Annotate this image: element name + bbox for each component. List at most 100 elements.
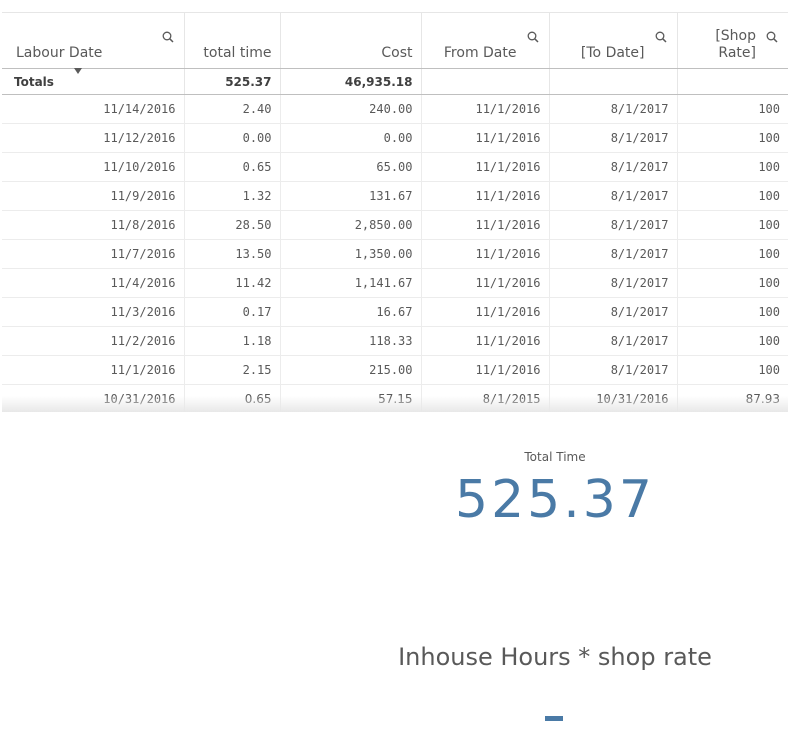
table-row[interactable]: 11/10/2016 0.65 65.00 11/1/2016 8/1/2017 100 xyxy=(2,152,788,182)
column-header-labour-date[interactable]: Labour Date xyxy=(2,12,185,74)
cell-total-time[interactable]: 28.50 xyxy=(184,210,281,240)
kpi-total-time-value[interactable]: 525.37 xyxy=(405,470,705,530)
cell-shop-rate[interactable]: 100 xyxy=(677,210,788,240)
search-icon[interactable] xyxy=(766,31,778,43)
cell-shop-rate[interactable]: 100 xyxy=(677,239,788,269)
totals-row: Totals 525.37 46,935.18 xyxy=(2,68,788,95)
column-header-cost[interactable]: Cost xyxy=(280,12,422,69)
cell-labour-date[interactable]: 11/8/2016 xyxy=(2,210,185,240)
cell-cost[interactable]: 131.67 xyxy=(280,181,422,211)
cell-total-time[interactable]: 1.18 xyxy=(184,326,281,356)
cell-from-date[interactable]: 11/1/2016 xyxy=(421,239,550,269)
cell-to-date[interactable]: 8/1/2017 xyxy=(549,326,678,356)
cell-shop-rate[interactable]: 100 xyxy=(677,326,788,356)
caret-down-icon[interactable] xyxy=(74,68,82,74)
cell-from-date[interactable]: 11/1/2016 xyxy=(421,94,550,124)
totals-shop-rate xyxy=(677,68,788,95)
cell-to-date[interactable]: 8/1/2017 xyxy=(549,152,678,182)
cell-cost[interactable]: 1,141.67 xyxy=(280,268,422,298)
cell-shop-rate[interactable]: 100 xyxy=(677,355,788,385)
cell-cost[interactable]: 118.33 xyxy=(280,326,422,356)
table-row[interactable]: 11/2/2016 1.18 118.33 11/1/2016 8/1/2017 100 xyxy=(2,326,788,356)
table-row[interactable]: 11/8/2016 28.50 2,850.00 11/1/2016 8/1/2017 1… xyxy=(2,210,788,240)
cell-to-date[interactable]: 8/1/2017 xyxy=(549,210,678,240)
kpi-inhouse-value[interactable] xyxy=(545,716,563,721)
cell-to-date[interactable]: 8/1/2017 xyxy=(549,181,678,211)
cell-shop-rate[interactable]: 100 xyxy=(677,152,788,182)
cell-shop-rate[interactable]: 100 xyxy=(677,297,788,327)
column-header-label: Labour Date xyxy=(16,45,103,61)
totals-cost: 46,935.18 xyxy=(280,68,422,95)
cell-labour-date[interactable]: 11/12/2016 xyxy=(2,123,185,153)
table-row[interactable]: 11/12/2016 0.00 0.00 11/1/2016 8/1/2017 100 xyxy=(2,123,788,153)
cell-to-date[interactable]: 8/1/2017 xyxy=(549,123,678,153)
table-scroll-fade xyxy=(2,396,788,412)
cell-labour-date[interactable]: 11/7/2016 xyxy=(2,239,185,269)
cell-shop-rate[interactable]: 100 xyxy=(677,123,788,153)
cell-cost[interactable]: 240.00 xyxy=(280,94,422,124)
cell-total-time[interactable]: 2.15 xyxy=(184,355,281,385)
cell-shop-rate[interactable]: 100 xyxy=(677,181,788,211)
cell-cost[interactable]: 16.67 xyxy=(280,297,422,327)
table-row[interactable]: 11/3/2016 0.17 16.67 11/1/2016 8/1/2017 100 xyxy=(2,297,788,327)
column-header-label: total time xyxy=(203,45,272,61)
cell-cost[interactable]: 1,350.00 xyxy=(280,239,422,269)
cell-to-date[interactable]: 8/1/2017 xyxy=(549,297,678,327)
column-header-label: Cost xyxy=(381,45,413,61)
cell-total-time[interactable]: 0.65 xyxy=(184,152,281,182)
table-row[interactable]: 11/14/2016 2.40 240.00 11/1/2016 8/1/2017 100 xyxy=(2,94,788,124)
cell-total-time[interactable]: 11.42 xyxy=(184,268,281,298)
column-header-label: [Shop Rate] xyxy=(715,28,756,61)
column-header-shop-rate[interactable]: [Shop Rate] xyxy=(677,12,788,69)
cell-labour-date[interactable]: 11/2/2016 xyxy=(2,326,185,356)
totals-label: Totals xyxy=(2,68,185,95)
cell-cost[interactable]: 65.00 xyxy=(280,152,422,182)
cell-total-time[interactable]: 2.40 xyxy=(184,94,281,124)
column-header-from-date[interactable]: From Date xyxy=(421,12,550,69)
cell-from-date[interactable]: 11/1/2016 xyxy=(421,210,550,240)
cell-labour-date[interactable]: 11/14/2016 xyxy=(2,94,185,124)
cell-from-date[interactable]: 11/1/2016 xyxy=(421,297,550,327)
cell-to-date[interactable]: 8/1/2017 xyxy=(549,239,678,269)
column-header-label: From Date xyxy=(443,45,517,61)
column-header-to-date[interactable]: [To Date] xyxy=(549,12,678,69)
cell-cost[interactable]: 2,850.00 xyxy=(280,210,422,240)
totals-to-date xyxy=(549,68,678,95)
header-row: Labour Date total time Cost From Date [To Da… xyxy=(2,12,788,74)
cell-total-time[interactable]: 0.00 xyxy=(184,123,281,153)
cell-labour-date[interactable]: 11/4/2016 xyxy=(2,268,185,298)
cell-shop-rate[interactable]: 100 xyxy=(677,268,788,298)
cell-from-date[interactable]: 11/1/2016 xyxy=(421,181,550,211)
table-row[interactable]: 11/9/2016 1.32 131.67 11/1/2016 8/1/2017 100 xyxy=(2,181,788,211)
cell-from-date[interactable]: 11/1/2016 xyxy=(421,123,550,153)
straight-table: Labour Date total time Cost From Date [To Da… xyxy=(2,12,788,412)
cell-labour-date[interactable]: 11/9/2016 xyxy=(2,181,185,211)
totals-total-time: 525.37 xyxy=(184,68,281,95)
search-icon[interactable] xyxy=(527,31,539,43)
labour-table: Labour Date total time Cost From Date [To Da… xyxy=(2,12,788,412)
column-header-label: [To Date] xyxy=(580,45,645,61)
cell-from-date[interactable]: 11/1/2016 xyxy=(421,326,550,356)
cell-total-time[interactable]: 0.17 xyxy=(184,297,281,327)
cell-labour-date[interactable]: 11/3/2016 xyxy=(2,297,185,327)
cell-from-date[interactable]: 11/1/2016 xyxy=(421,355,550,385)
cell-cost[interactable]: 0.00 xyxy=(280,123,422,153)
cell-from-date[interactable]: 11/1/2016 xyxy=(421,152,550,182)
cell-from-date[interactable]: 11/1/2016 xyxy=(421,268,550,298)
cell-total-time[interactable]: 1.32 xyxy=(184,181,281,211)
cell-to-date[interactable]: 8/1/2017 xyxy=(549,94,678,124)
cell-to-date[interactable]: 8/1/2017 xyxy=(549,268,678,298)
column-header-total-time[interactable]: total time xyxy=(184,12,281,69)
kpi-total-time-label: Total Time xyxy=(524,450,586,464)
cell-shop-rate[interactable]: 100 xyxy=(677,94,788,124)
cell-to-date[interactable]: 8/1/2017 xyxy=(549,355,678,385)
search-icon[interactable] xyxy=(162,31,174,43)
cell-cost[interactable]: 215.00 xyxy=(280,355,422,385)
table-row[interactable]: 11/4/2016 11.42 1,141.67 11/1/2016 8/1/2017 1… xyxy=(2,268,788,298)
cell-labour-date[interactable]: 11/10/2016 xyxy=(2,152,185,182)
table-row[interactable]: 11/7/2016 13.50 1,350.00 11/1/2016 8/1/2017 1… xyxy=(2,239,788,269)
cell-labour-date[interactable]: 11/1/2016 xyxy=(2,355,185,385)
cell-total-time[interactable]: 13.50 xyxy=(184,239,281,269)
search-icon[interactable] xyxy=(655,31,667,43)
table-row[interactable]: 11/1/2016 2.15 215.00 11/1/2016 8/1/2017 100 xyxy=(2,355,788,385)
